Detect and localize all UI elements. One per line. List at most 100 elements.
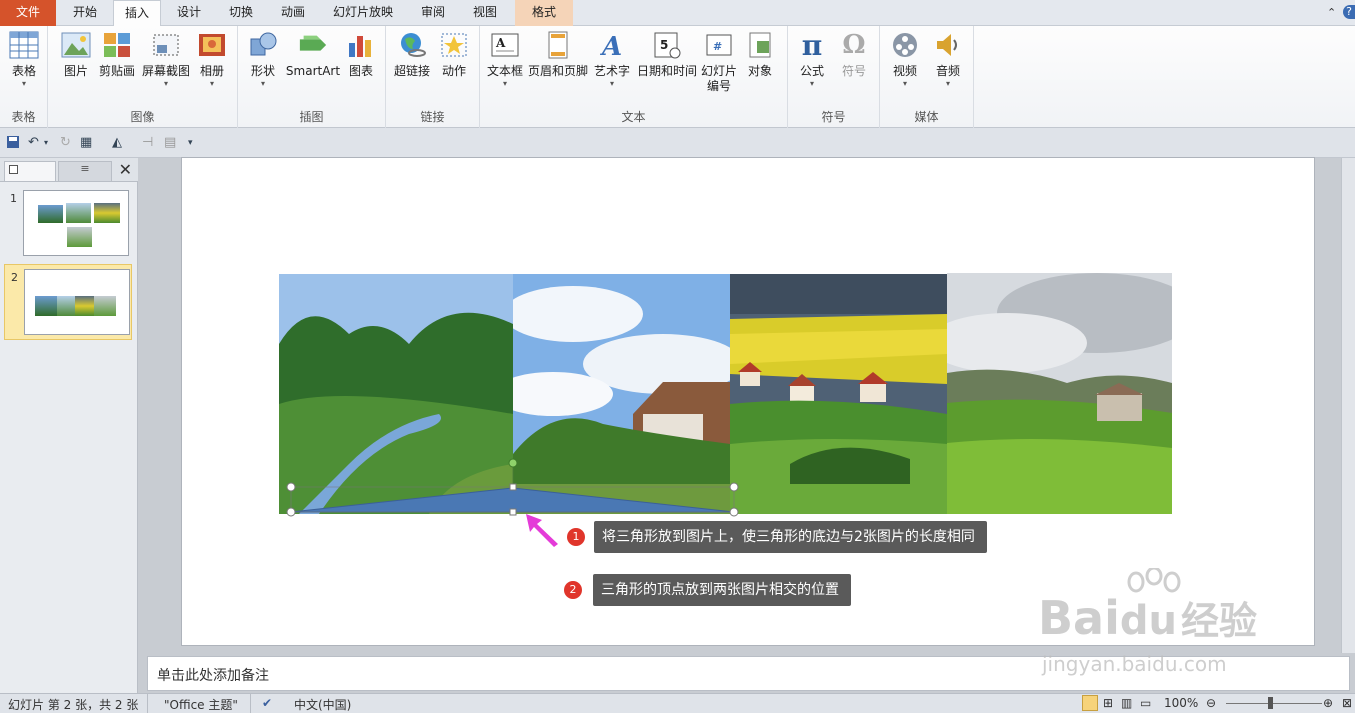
slide-preview xyxy=(24,269,130,335)
clipart-icon xyxy=(102,30,132,60)
zoom-in-icon[interactable]: ⊕ xyxy=(1323,696,1333,710)
smartart-label: SmartArt xyxy=(285,64,341,78)
zoom-out-icon[interactable]: ⊖ xyxy=(1206,696,1216,710)
slide-preview xyxy=(23,190,129,256)
audio-button[interactable]: 音频 ▾ xyxy=(930,30,966,89)
table-button[interactable]: 表格 ▾ xyxy=(6,30,42,89)
slideshow-view-icon[interactable]: ▭ xyxy=(1140,696,1151,710)
shape-tool-icon[interactable]: ◭ xyxy=(112,135,122,150)
audio-label: 音频 xyxy=(935,64,960,78)
group-label-symbols: 符号 xyxy=(821,110,846,124)
tab-file[interactable]: 文件 xyxy=(0,0,56,26)
mini-photo xyxy=(94,203,120,223)
reading-view-icon[interactable]: ▥ xyxy=(1121,696,1132,710)
header-footer-button[interactable]: 页眉和页脚 xyxy=(526,30,590,79)
undo-icon[interactable]: ↶ xyxy=(28,135,39,150)
chart-button[interactable]: 图表 xyxy=(344,30,378,79)
album-button[interactable]: 相册 ▾ xyxy=(194,30,230,89)
group-label-links: 链接 xyxy=(420,110,445,124)
chart-label: 图表 xyxy=(348,64,373,78)
hyperlink-button[interactable]: 超链接 xyxy=(392,30,432,79)
video-button[interactable]: 视频 ▾ xyxy=(886,30,924,89)
normal-view-icon[interactable] xyxy=(1082,695,1098,711)
header-footer-label: 页眉和页脚 xyxy=(527,64,588,78)
tab-animations[interactable]: 动画 xyxy=(268,0,318,26)
ribbon: 表格 ▾ 表格 图片 剪贴画 屏幕截图 ▾ 相册 ▾ 图像 形状 ▾ Smart… xyxy=(0,26,1355,128)
tab-home[interactable]: 开始 xyxy=(58,0,112,26)
equation-label: 公式 xyxy=(799,64,824,78)
shapes-label: 形状 xyxy=(250,64,275,78)
textbox-icon: A xyxy=(490,30,520,60)
dropdown-arrow: ▾ xyxy=(609,79,614,88)
zoom-level[interactable]: 100% xyxy=(1164,696,1198,710)
action-button[interactable]: 动作 xyxy=(436,30,472,79)
datetime-button[interactable]: 5 日期和时间 xyxy=(634,30,700,79)
equation-button[interactable]: π 公式 ▾ xyxy=(794,30,830,89)
table-label: 表格 xyxy=(11,64,36,78)
tab-transitions[interactable]: 切换 xyxy=(216,0,266,26)
slides-panel-tabs: ≡ ✕ xyxy=(0,158,138,182)
step-badge-1: 1 xyxy=(567,528,585,546)
mini-photo xyxy=(38,205,63,223)
slide-photo-fields[interactable] xyxy=(927,273,1197,514)
tab-slides-thumbnails[interactable] xyxy=(4,161,56,181)
shapes-icon xyxy=(248,30,278,60)
zoom-slider-thumb[interactable] xyxy=(1268,697,1273,709)
header-footer-icon xyxy=(543,30,573,60)
minimize-ribbon-icon[interactable]: ⌃ xyxy=(1327,6,1336,19)
picture-label: 图片 xyxy=(63,64,88,78)
dropdown-arrow: ▾ xyxy=(945,79,950,88)
undo-dropdown-icon[interactable]: ▾ xyxy=(44,138,48,147)
tab-format[interactable]: 格式 xyxy=(515,0,573,26)
help-icon[interactable]: ? xyxy=(1343,5,1355,19)
object-button[interactable]: 对象 xyxy=(742,30,778,79)
distribute-icon[interactable]: ▤ xyxy=(164,135,176,150)
spellcheck-icon[interactable]: ✔ xyxy=(262,696,272,710)
align-icon[interactable]: ⊣ xyxy=(142,135,153,150)
screenshot-button[interactable]: 屏幕截图 ▾ xyxy=(138,30,194,89)
tab-insert[interactable]: 插入 xyxy=(113,0,161,27)
tab-review[interactable]: 审阅 xyxy=(408,0,458,26)
triangle-shape[interactable] xyxy=(279,455,749,521)
watermark-cn: 经验 xyxy=(1180,599,1257,643)
theme-status[interactable]: "Office 主题" xyxy=(164,696,238,713)
tab-slideshow[interactable]: 幻灯片放映 xyxy=(322,0,404,26)
watermark-url: jingyan.baidu.com xyxy=(1042,652,1227,676)
language-status[interactable]: 中文(中国) xyxy=(294,696,351,713)
redo-icon[interactable]: ↻ xyxy=(60,135,71,150)
fit-to-window-icon[interactable]: ⊠ xyxy=(1342,696,1352,710)
group-text: A 文本框 ▾ 页眉和页脚 A 艺术字 ▾ 5 日期和时间 # 幻灯片 编号 对… xyxy=(480,26,788,128)
picture-button[interactable]: 图片 xyxy=(56,30,96,79)
vertical-scrollbar[interactable] xyxy=(1341,158,1355,653)
slide-sorter-icon[interactable]: ⊞ xyxy=(1103,696,1113,710)
wordart-button[interactable]: A 艺术字 ▾ xyxy=(592,30,632,89)
slide-number-button[interactable]: # 幻灯片 编号 xyxy=(700,30,738,94)
slides-panel: ≡ ✕ 1 2 xyxy=(0,158,138,693)
object-label: 对象 xyxy=(747,64,772,78)
slide-thumbnail-1[interactable]: 1 xyxy=(4,186,132,260)
zoom-slider[interactable] xyxy=(1226,703,1322,704)
save-icon[interactable] xyxy=(6,135,20,153)
callout-2: 三角形的顶点放到两张图片相交的位置 xyxy=(593,574,851,606)
shapes-button[interactable]: 形状 ▾ xyxy=(244,30,282,89)
slide-thumbnail-2[interactable]: 2 xyxy=(4,264,132,340)
tab-outline[interactable]: ≡ xyxy=(58,161,112,181)
symbol-button[interactable]: Ω 符号 xyxy=(836,30,872,79)
tab-view[interactable]: 视图 xyxy=(460,0,510,26)
dropdown-arrow: ▾ xyxy=(260,79,265,88)
slide-number: 2 xyxy=(11,271,18,284)
slideshow-icon[interactable]: ▦ xyxy=(80,135,92,150)
group-label-text: 文本 xyxy=(621,110,646,124)
clipart-button[interactable]: 剪贴画 xyxy=(97,30,137,79)
table-icon xyxy=(9,30,39,60)
tab-design[interactable]: 设计 xyxy=(164,0,214,26)
smartart-icon xyxy=(298,30,328,60)
dropdown-arrow: ▾ xyxy=(209,79,214,88)
slide-photo-village[interactable] xyxy=(730,274,947,514)
clipart-label: 剪贴画 xyxy=(98,64,135,78)
smartart-button[interactable]: SmartArt xyxy=(284,30,342,79)
group-images: 图片 剪贴画 屏幕截图 ▾ 相册 ▾ 图像 xyxy=(48,26,238,128)
customize-qat-icon[interactable]: ▾ xyxy=(188,138,193,148)
textbox-button[interactable]: A 文本框 ▾ xyxy=(484,30,526,89)
close-panel-icon[interactable]: ✕ xyxy=(119,160,132,179)
